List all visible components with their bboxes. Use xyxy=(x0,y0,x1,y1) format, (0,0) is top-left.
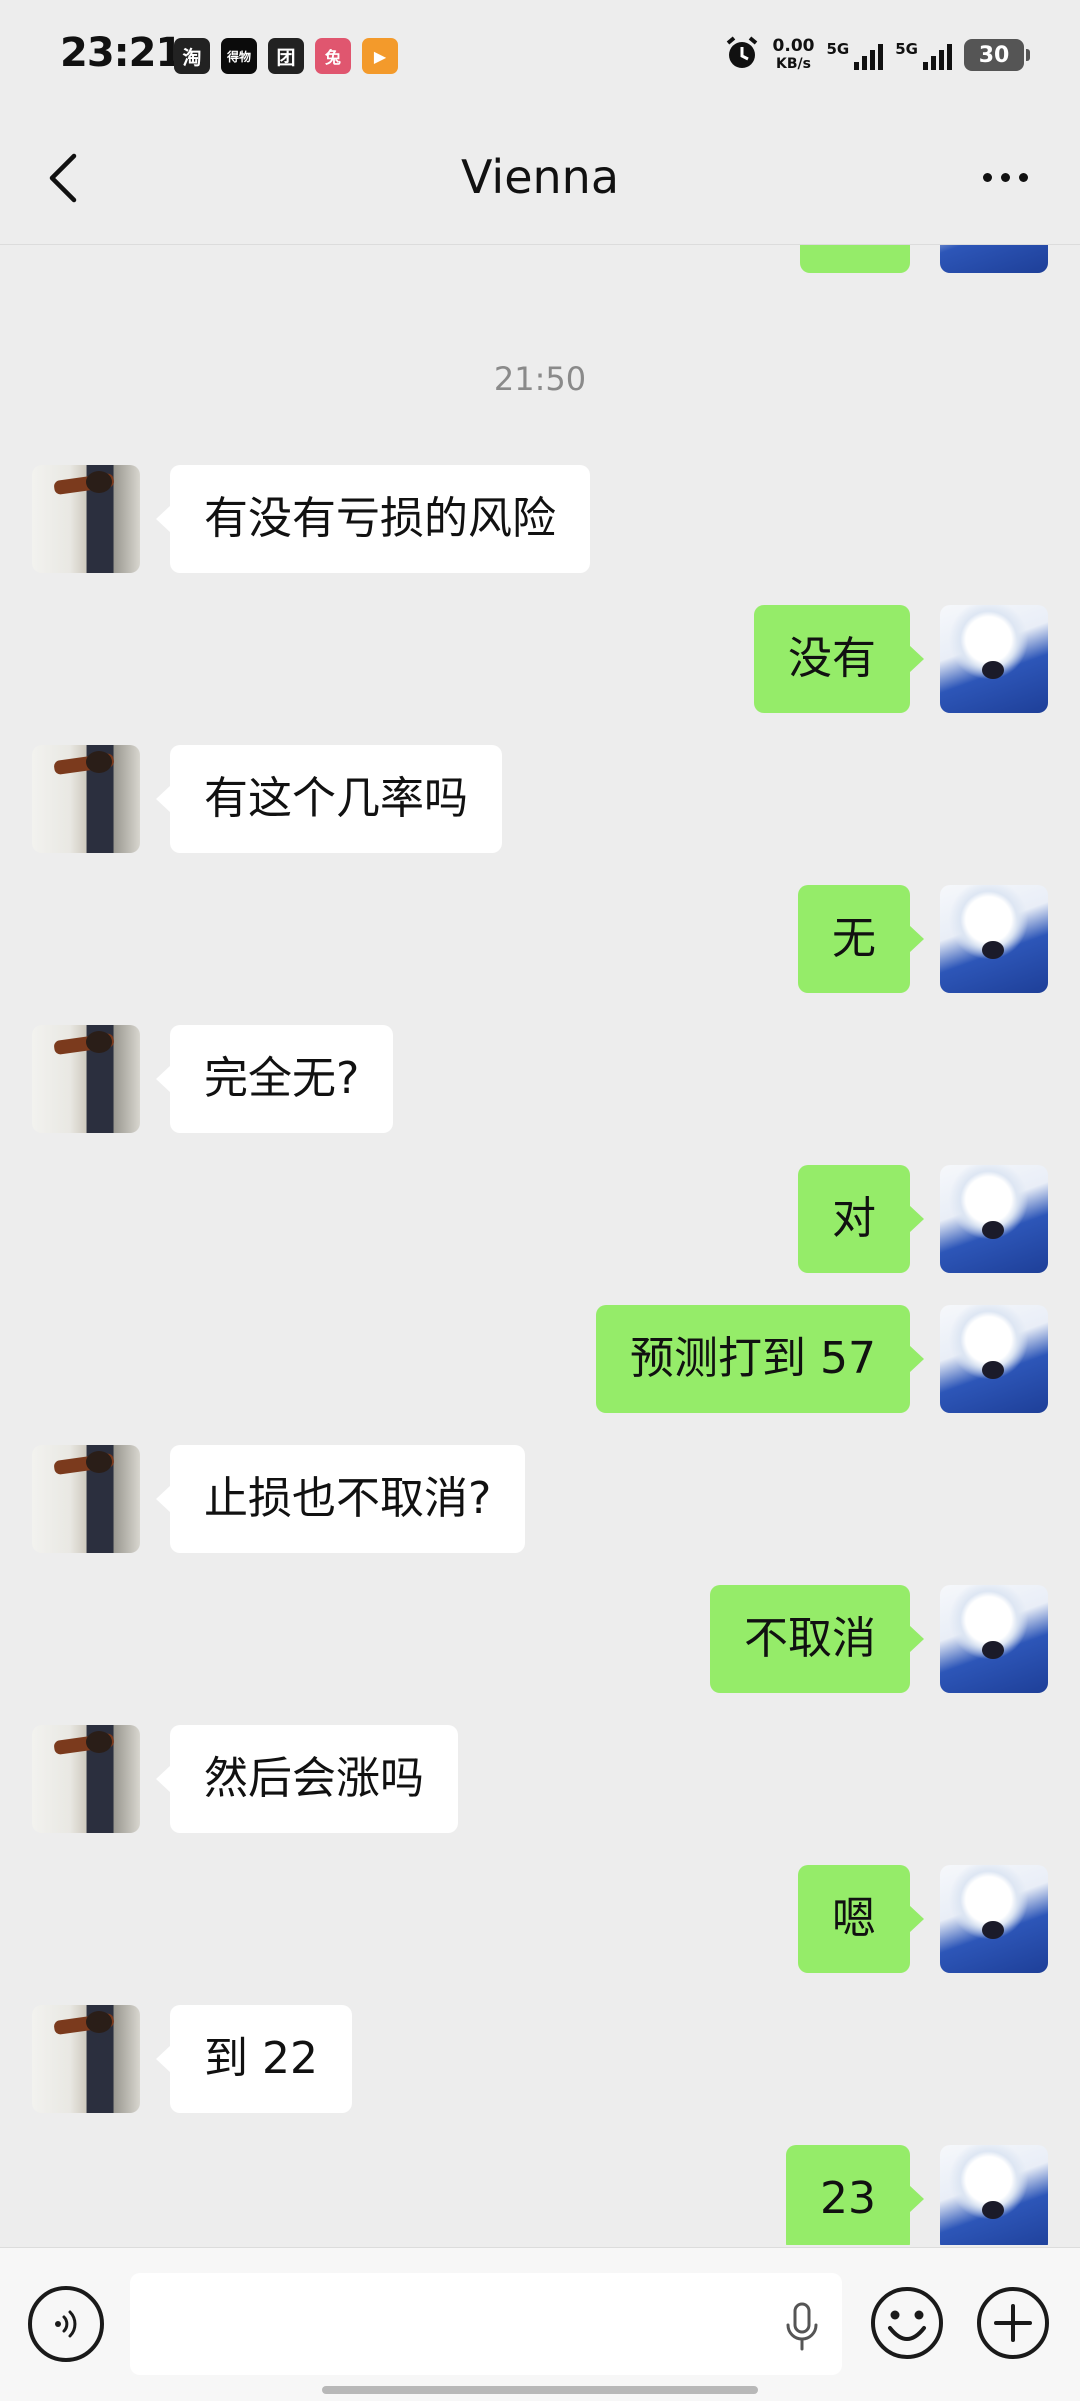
emoji-button[interactable] xyxy=(868,2284,946,2362)
message-row: 完全无? xyxy=(0,1025,1080,1133)
status-right: 0.00 KB/s 5G 5G 30 xyxy=(723,34,1030,76)
chat-header: Vienna xyxy=(0,112,1080,245)
meituan-icon: 团 xyxy=(268,38,304,74)
my-avatar[interactable] xyxy=(940,1585,1048,1693)
signal-sim2: 5G xyxy=(895,40,952,70)
message-row: 然后会涨吗 xyxy=(0,1725,1080,1833)
contact-avatar[interactable] xyxy=(32,745,140,853)
home-indicator[interactable] xyxy=(322,2386,758,2394)
message-bubble-incoming[interactable]: 有这个几率吗 xyxy=(156,745,502,853)
contact-avatar[interactable] xyxy=(32,465,140,573)
emoji-icon xyxy=(871,2287,943,2359)
network-speed: 0.00 KB/s xyxy=(772,36,815,72)
more-button[interactable] xyxy=(970,152,1040,202)
contact-avatar[interactable] xyxy=(32,1445,140,1553)
message-row: 不取消 xyxy=(0,1585,1080,1693)
more-functions-button[interactable] xyxy=(974,2284,1052,2362)
message-row: 23 xyxy=(0,2145,1080,2245)
message-row: 止损也不取消? xyxy=(0,1445,1080,1553)
signal-sim1: 5G xyxy=(827,40,884,70)
status-app-icons: 淘 得物 团 兔 ▶ xyxy=(174,38,398,74)
message-input[interactable] xyxy=(130,2273,842,2375)
message-row: 嗯 xyxy=(0,1865,1080,1973)
plus-icon xyxy=(977,2287,1049,2359)
dewu-icon: 得物 xyxy=(221,38,257,74)
rabbit-app-icon: 兔 xyxy=(315,38,351,74)
message-bubble-outgoing[interactable]: 嗯 xyxy=(798,1865,924,1973)
my-avatar[interactable] xyxy=(940,1865,1048,1973)
signal-bars-icon xyxy=(854,40,884,70)
voice-icon xyxy=(55,2310,77,2338)
status-time: 23:21 xyxy=(60,30,183,76)
my-avatar[interactable] xyxy=(940,1165,1048,1273)
alarm-icon xyxy=(723,34,761,76)
my-avatar[interactable] xyxy=(940,2145,1048,2245)
my-avatar[interactable] xyxy=(940,245,1048,273)
voice-button[interactable] xyxy=(28,2286,104,2362)
message-row: 预测打到 57 xyxy=(0,1305,1080,1413)
message-row: 无 xyxy=(0,885,1080,993)
message-row: 有没有亏损的风险 xyxy=(0,465,1080,573)
my-avatar[interactable] xyxy=(940,1305,1048,1413)
signal-bars-icon xyxy=(923,40,952,70)
message-timestamp: 21:50 xyxy=(493,360,587,398)
chat-area[interactable]: 21:50 有没有亏损的风险没有有这个几率吗无完全无? 对预测打到 57 止损也不取… xyxy=(0,245,1080,2245)
message-bubble-outgoing[interactable]: 无 xyxy=(798,885,924,993)
chat-title: Vienna xyxy=(460,150,620,204)
message-bubble-incoming[interactable]: 然后会涨吗 xyxy=(156,1725,458,1833)
message-bubble-outgoing[interactable]: 对 xyxy=(798,1165,924,1273)
video-app-icon: ▶ xyxy=(362,38,398,74)
message-bubble-incoming[interactable]: 止损也不取消? xyxy=(155,1445,526,1553)
message-row: 对 xyxy=(0,1165,1080,1273)
message-row: 有这个几率吗 xyxy=(0,745,1080,853)
more-dots-icon xyxy=(982,172,992,182)
contact-avatar[interactable] xyxy=(32,2005,140,2113)
message-row: 没有 xyxy=(0,605,1080,713)
message-bubble-outgoing[interactable] xyxy=(800,245,910,273)
message-bubble-incoming[interactable]: 有没有亏损的风险 xyxy=(156,465,590,573)
my-avatar[interactable] xyxy=(940,885,1048,993)
message-bubble-incoming[interactable]: 到 22 xyxy=(156,2005,352,2113)
message-bubble-incoming[interactable]: 完全无? xyxy=(155,1025,394,1133)
input-bar xyxy=(0,2247,1080,2401)
taobao-icon: 淘 xyxy=(174,38,210,74)
message-bubble-outgoing[interactable]: 不取消 xyxy=(710,1585,924,1693)
my-avatar[interactable] xyxy=(940,605,1048,713)
message-bubble-outgoing[interactable]: 没有 xyxy=(754,605,924,713)
message-bubble-outgoing[interactable]: 预测打到 57 xyxy=(596,1305,924,1413)
battery-icon: 30 xyxy=(964,39,1030,71)
contact-avatar[interactable] xyxy=(32,1725,140,1833)
message-bubble-outgoing[interactable]: 23 xyxy=(786,2145,924,2245)
message-row: 到 22 xyxy=(0,2005,1080,2113)
status-bar: 23:21 淘 得物 团 兔 ▶ 0.00 KB/s 5G 5G 30 xyxy=(0,0,1080,112)
contact-avatar[interactable] xyxy=(32,1025,140,1133)
mic-icon[interactable] xyxy=(782,2301,822,2353)
message-row xyxy=(0,245,1080,273)
